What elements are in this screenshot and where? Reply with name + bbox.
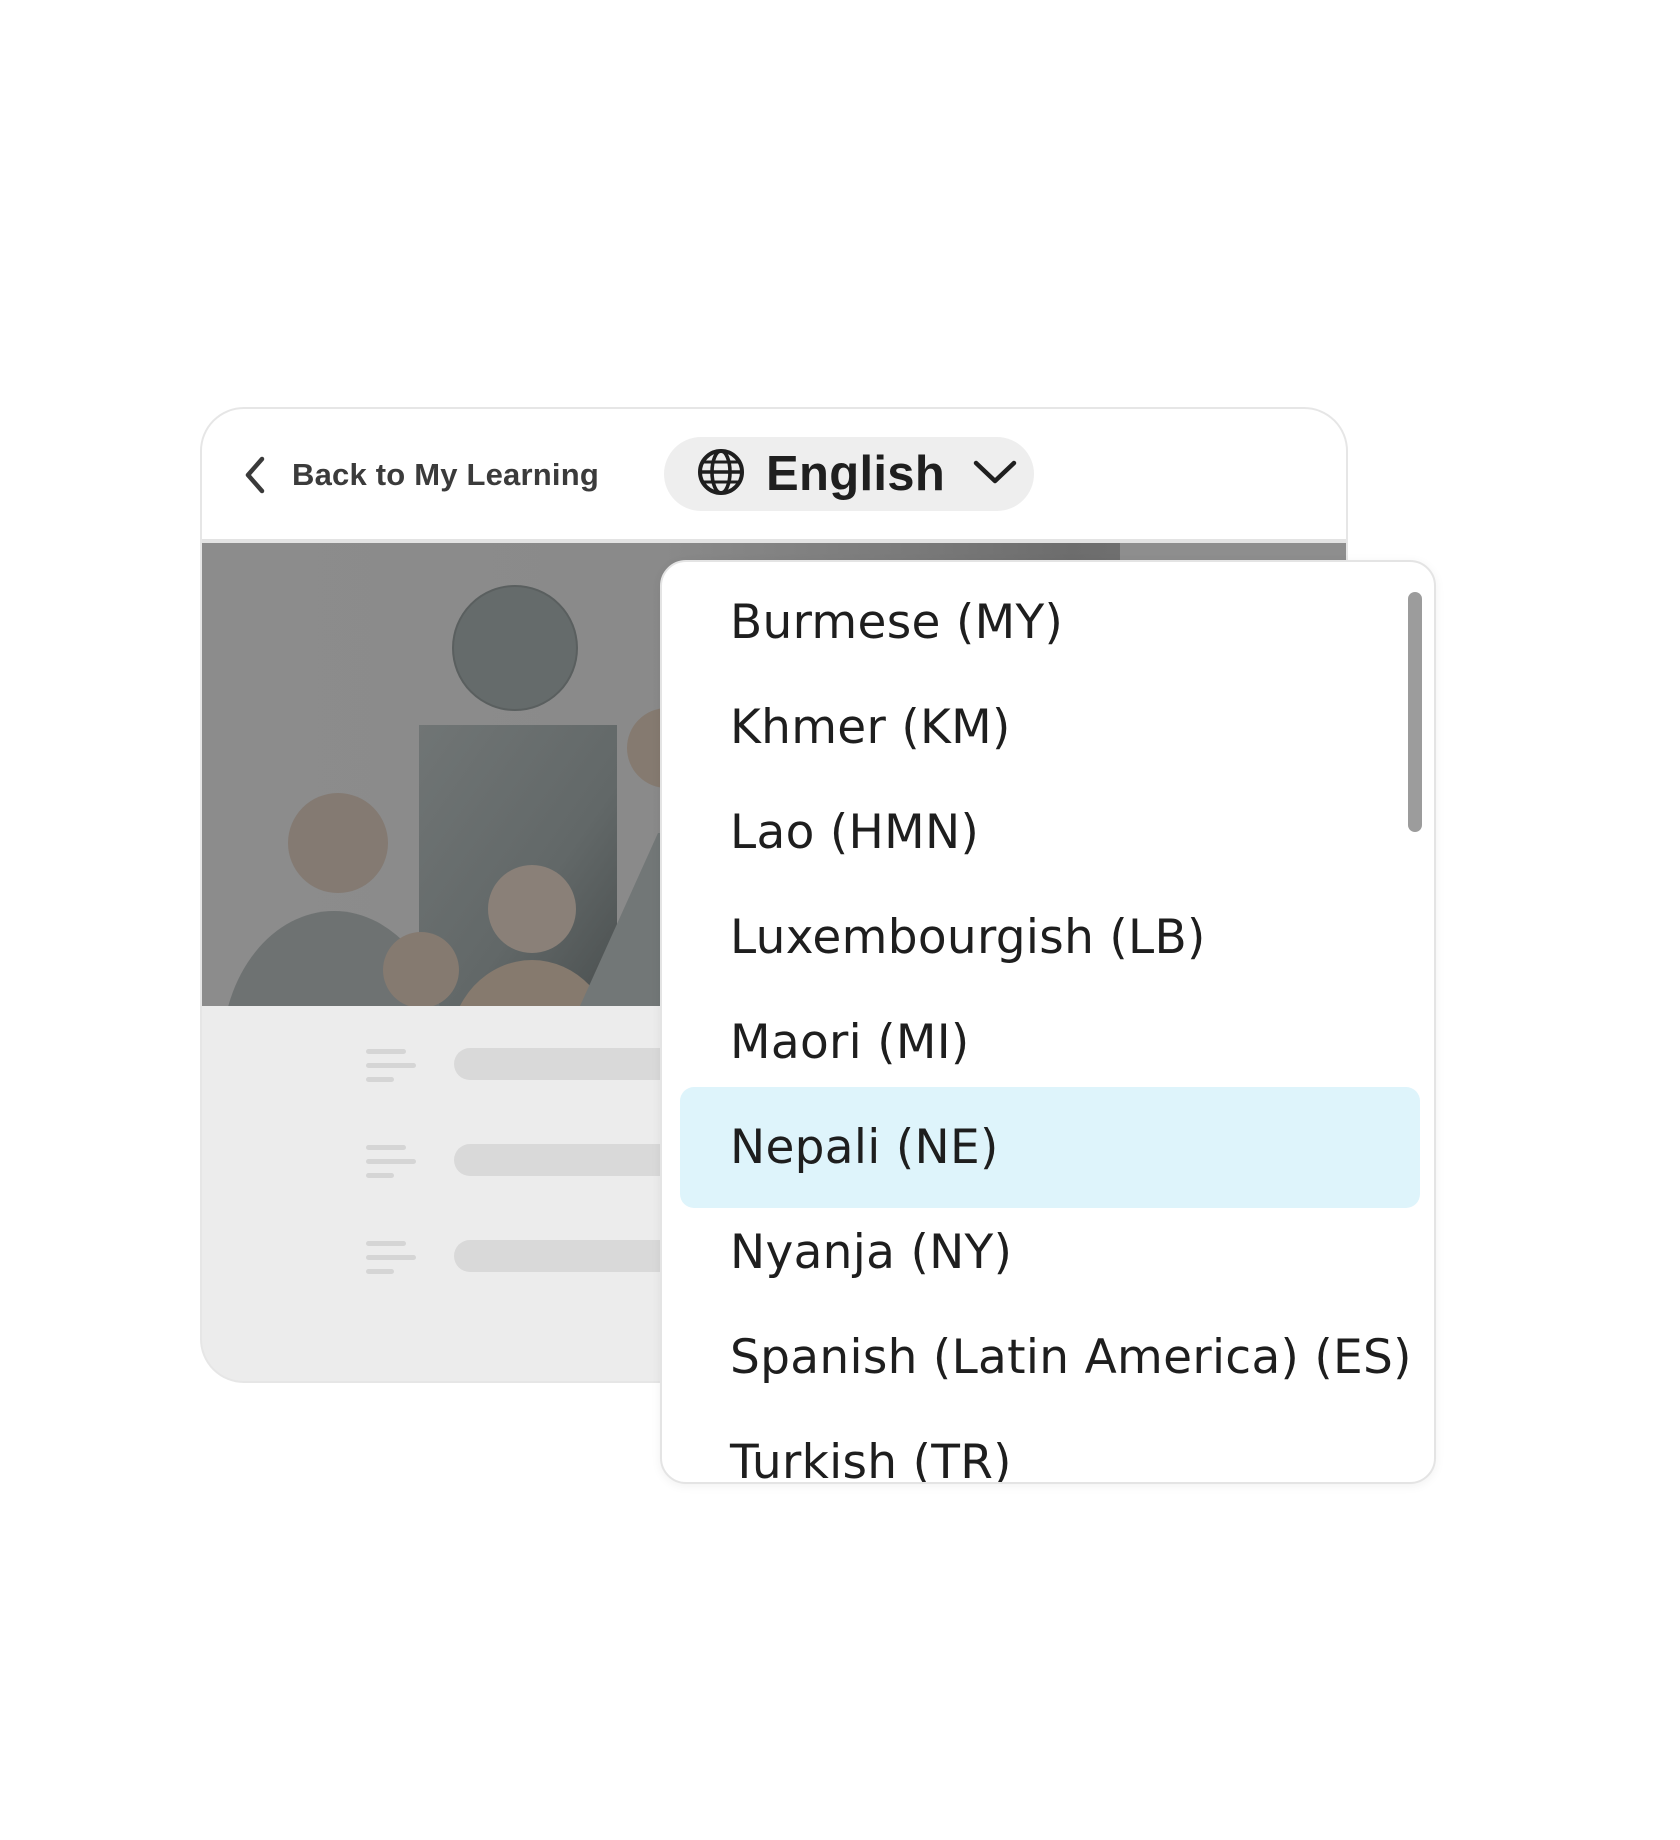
language-option-maori[interactable]: Maori (MI) xyxy=(680,982,1420,1103)
language-option-turkish[interactable]: Turkish (TR) xyxy=(680,1402,1420,1482)
text-lines-icon xyxy=(366,1240,418,1281)
language-option-lao[interactable]: Lao (HMN) xyxy=(680,772,1420,893)
scrollbar-thumb[interactable] xyxy=(1408,592,1422,832)
language-option-khmer[interactable]: Khmer (KM) xyxy=(680,667,1420,788)
chevron-down-icon xyxy=(973,459,1017,490)
text-lines-icon xyxy=(366,1144,418,1185)
language-dropdown-menu[interactable]: Burmese (MY) Khmer (KM) Lao (HMN) Luxemb… xyxy=(660,560,1436,1484)
text-lines-icon xyxy=(366,1048,418,1089)
dropdown-scrollbar[interactable] xyxy=(1408,592,1424,832)
language-option-nyanja[interactable]: Nyanja (NY) xyxy=(680,1192,1420,1313)
back-to-my-learning-link[interactable]: Back to My Learning xyxy=(244,453,599,497)
list-item xyxy=(366,1044,854,1084)
card-header: Back to My Learning English xyxy=(202,409,1346,543)
language-selector-label: English xyxy=(766,447,946,501)
language-selector-button[interactable]: English xyxy=(664,437,1034,511)
chevron-left-icon xyxy=(244,456,266,494)
screen: Back to My Learning English Burmese (MY)… xyxy=(0,0,1680,1840)
language-option-burmese[interactable]: Burmese (MY) xyxy=(680,562,1420,683)
language-option-spanish-latin-america[interactable]: Spanish (Latin America) (ES) xyxy=(680,1297,1420,1418)
language-option-luxembourgish[interactable]: Luxembourgish (LB) xyxy=(680,877,1420,998)
list-item xyxy=(366,1140,854,1180)
back-link-label: Back to My Learning xyxy=(292,457,599,492)
language-option-nepali[interactable]: Nepali (NE) xyxy=(680,1087,1420,1208)
globe-icon xyxy=(696,447,746,502)
list-item xyxy=(366,1236,854,1276)
